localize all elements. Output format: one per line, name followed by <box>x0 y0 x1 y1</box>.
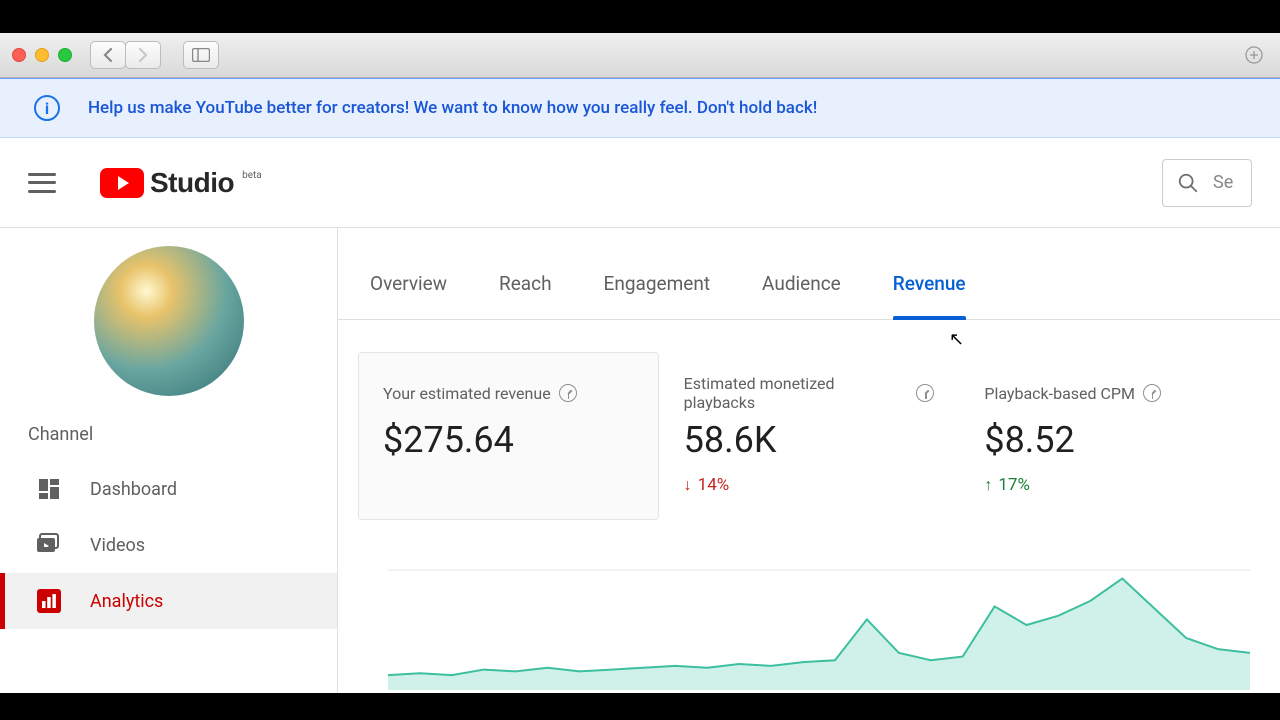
window-controls <box>12 48 72 62</box>
sidebar-item-label: Dashboard <box>90 479 177 500</box>
tab-overview[interactable]: Overview <box>370 248 447 319</box>
arrow-up-icon: ↑ <box>984 475 992 495</box>
metric-value: 58.6K <box>684 419 935 461</box>
tab-audience[interactable]: Audience <box>762 248 841 319</box>
feedback-banner[interactable]: i Help us make YouTube better for creato… <box>0 78 1280 138</box>
sidebar: Channel Dashboard Videos Analytics <box>0 228 338 693</box>
app-header: Studio beta Se <box>0 138 1280 228</box>
feedback-banner-text: Help us make YouTube better for creators… <box>88 98 817 118</box>
channel-avatar[interactable] <box>94 246 244 396</box>
analytics-tabs: Overview Reach Engagement Audience Reven… <box>338 248 1280 320</box>
new-tab-button[interactable] <box>1240 41 1268 69</box>
studio-logo[interactable]: Studio beta <box>100 167 262 199</box>
search-placeholder: Se <box>1213 172 1233 193</box>
metric-monetized-playbacks[interactable]: Estimated monetized playbacks 58.6K ↓ 14… <box>659 352 960 520</box>
browser-chrome <box>0 33 1280 78</box>
metric-value: $8.52 <box>984 419 1235 461</box>
back-button[interactable] <box>90 41 126 69</box>
metric-estimated-revenue[interactable]: Your estimated revenue $275.64 <box>358 352 659 520</box>
sidebar-toggle-button[interactable] <box>183 41 219 69</box>
clock-icon <box>916 384 934 402</box>
metric-cards: Your estimated revenue $275.64 Estimated… <box>338 320 1280 520</box>
metric-title: Playback-based CPM <box>984 384 1135 403</box>
forward-button[interactable] <box>125 41 161 69</box>
hamburger-menu-button[interactable] <box>28 173 56 193</box>
metric-value: $275.64 <box>383 419 634 461</box>
beta-tag: beta <box>242 170 262 181</box>
close-window-button[interactable] <box>12 48 26 62</box>
tab-engagement[interactable]: Engagement <box>604 248 711 319</box>
search-input[interactable]: Se <box>1162 159 1252 207</box>
letterbox-bottom <box>0 693 1280 720</box>
app-body: Channel Dashboard Videos Analytics <box>0 228 1280 693</box>
studio-wordmark: Studio <box>150 167 234 199</box>
sidebar-item-dashboard[interactable]: Dashboard <box>0 461 337 517</box>
metric-title: Estimated monetized playbacks <box>684 374 909 412</box>
sidebar-item-videos[interactable]: Videos <box>0 517 337 573</box>
videos-icon <box>36 532 62 558</box>
clock-icon <box>1143 384 1161 402</box>
youtube-icon <box>100 168 144 198</box>
metric-playback-cpm[interactable]: Playback-based CPM $8.52 ↑ 17% <box>959 352 1260 520</box>
clock-icon <box>559 384 577 402</box>
info-icon: i <box>34 95 60 121</box>
channel-heading: Channel <box>0 424 337 461</box>
sidebar-item-label: Videos <box>90 535 145 556</box>
main-content: Overview Reach Engagement Audience Reven… <box>338 228 1280 693</box>
metric-title: Your estimated revenue <box>383 384 551 403</box>
zoom-window-button[interactable] <box>58 48 72 62</box>
analytics-icon <box>36 588 62 614</box>
tab-reach[interactable]: Reach <box>499 248 552 319</box>
revenue-chart <box>338 520 1280 693</box>
app-stage: i Help us make YouTube better for creato… <box>0 33 1280 693</box>
sidebar-item-label: Analytics <box>90 591 163 612</box>
letterbox-top <box>0 0 1280 33</box>
minimize-window-button[interactable] <box>35 48 49 62</box>
tab-revenue[interactable]: Revenue <box>893 248 966 319</box>
sidebar-item-analytics[interactable]: Analytics <box>0 573 337 629</box>
metric-delta: ↓ 14% <box>684 475 935 495</box>
arrow-down-icon: ↓ <box>684 475 692 495</box>
dashboard-icon <box>36 476 62 502</box>
search-icon <box>1177 172 1199 194</box>
metric-delta: ↑ 17% <box>984 475 1235 495</box>
